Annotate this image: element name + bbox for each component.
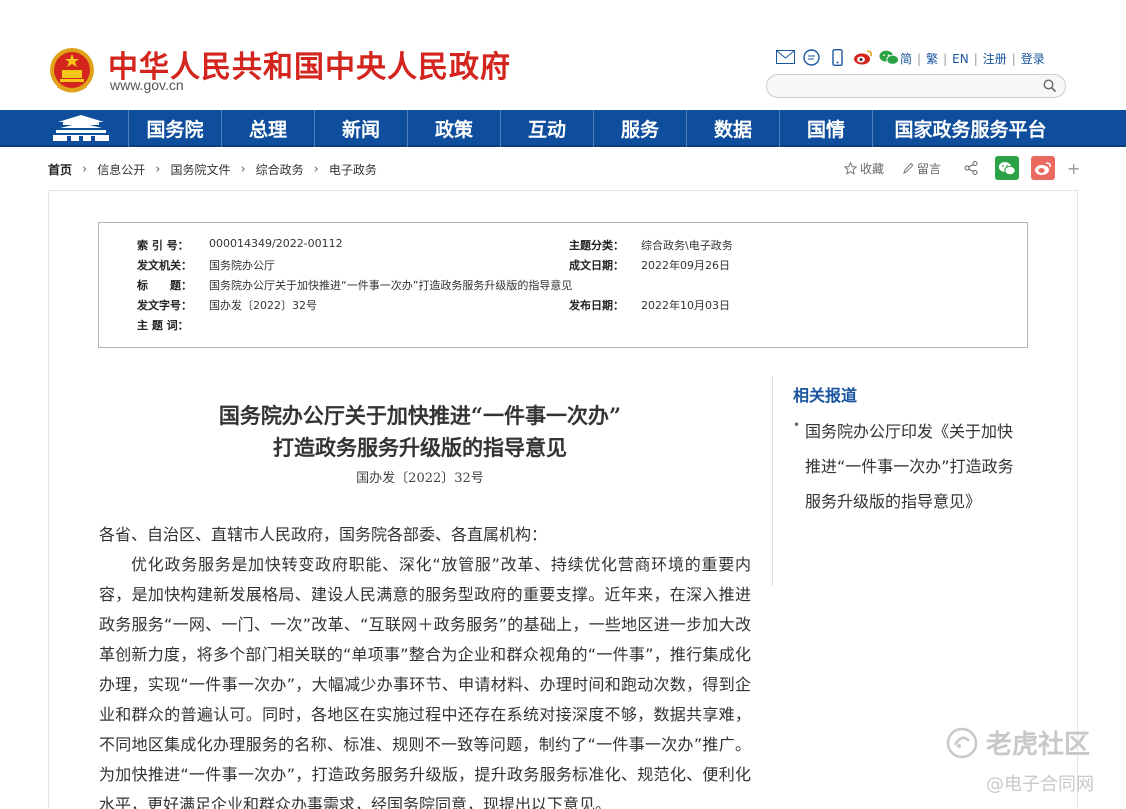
- breadcrumb-home[interactable]: 首页: [48, 161, 72, 178]
- article-title: 国务院办公厅关于加快推进“一件事一次办” 打造政务服务升级版的指导意见: [100, 400, 740, 464]
- doc-title-value: 国务院办公厅关于加快推进“一件事一次办”打造政务服务升级版的指导意见: [209, 279, 573, 292]
- mobile-icon[interactable]: [827, 48, 847, 66]
- top-icon-bar: [775, 48, 899, 66]
- search-input[interactable]: [777, 78, 1037, 94]
- weibo-icon: [1035, 161, 1051, 175]
- share-icon: [964, 161, 978, 175]
- english-link[interactable]: EN: [952, 52, 969, 66]
- nav-item-news[interactable]: 新闻: [314, 110, 407, 147]
- message-icon[interactable]: [801, 48, 821, 66]
- index-value: 000014349/2022-00112: [209, 237, 343, 250]
- language-links: 简 | 繁 | EN | 注册 | 登录: [900, 50, 1045, 67]
- nav-item-premier[interactable]: 总理: [221, 110, 314, 147]
- search-box: [766, 74, 1066, 98]
- breadcrumb-info-disclosure[interactable]: 信息公开: [97, 161, 145, 178]
- nav-item-state-council[interactable]: 国务院: [128, 110, 221, 147]
- share-weibo-button[interactable]: [1031, 156, 1056, 180]
- register-link[interactable]: 注册: [983, 50, 1007, 67]
- weibo-icon[interactable]: [853, 48, 873, 66]
- main-nav: 国务院 总理 新闻 政策 互动 服务 数据 国情 国家政务服务平台: [0, 110, 1126, 147]
- breadcrumb-e-government[interactable]: 电子政务: [329, 161, 377, 178]
- more-share-icon[interactable]: +: [1067, 159, 1080, 178]
- index-label: 索 引 号：: [137, 239, 189, 252]
- doc-number-label: 发文字号：: [137, 299, 192, 312]
- nav-item-policy[interactable]: 政策: [407, 110, 500, 147]
- wechat-icon: [998, 161, 1016, 175]
- favorite-button[interactable]: 收藏: [844, 160, 884, 177]
- watermark-line-2: @电子合同网: [986, 774, 1094, 795]
- share-wechat-button[interactable]: [995, 156, 1020, 180]
- doc-number-value: 国办发〔2022〕32号: [209, 299, 317, 312]
- comment-label: 留言: [917, 161, 942, 176]
- article-title-line-2: 打造政务服务升级版的指导意见: [273, 435, 567, 460]
- tiananmen-icon[interactable]: [50, 113, 112, 144]
- pencil-icon: [903, 162, 914, 174]
- article-actions: 收藏 留言 +: [844, 156, 1080, 180]
- traditional-link[interactable]: 繁: [926, 50, 938, 67]
- document-metadata: 索 引 号： 000014349/2022-00112 主题分类： 综合政务\电子政…: [98, 222, 1028, 348]
- breadcrumb-documents[interactable]: 国务院文件: [170, 161, 230, 178]
- national-emblem-icon[interactable]: [48, 46, 96, 96]
- wechat-icon[interactable]: [879, 48, 899, 66]
- mail-icon[interactable]: [775, 48, 795, 66]
- breadcrumb: 首页 › 信息公开 › 国务院文件 › 综合政务 › 电子政务: [48, 161, 377, 178]
- category-label: 主题分类：: [569, 239, 624, 252]
- related-report-link[interactable]: 国务院办公厅印发《关于加快推进“一件事一次办”打造政务服务升级版的指导意见》: [793, 408, 1023, 519]
- comment-button[interactable]: 留言: [902, 160, 941, 177]
- article-doc-number: 国办发〔2022〕32号: [356, 471, 484, 486]
- chevron-right-icon: ›: [82, 162, 88, 177]
- article-body: 各省、自治区、直辖市人民政府，国务院各部委、各直属机构： 优化政务服务是加快转变…: [99, 520, 751, 809]
- related-reports: 相关报道 国务院办公厅印发《关于加快推进“一件事一次办”打造政务服务升级版的指导…: [772, 376, 1032, 586]
- nav-item-interaction[interactable]: 互动: [500, 110, 593, 147]
- watermark: 老虎社区 @电子合同网: [946, 724, 1094, 795]
- share-button[interactable]: [959, 156, 983, 180]
- article-title-line-1: 国务院办公厅关于加快推进“一件事一次办”: [218, 403, 622, 428]
- nav-items: 国务院 总理 新闻 政策 互动 服务 数据 国情 国家政务服务平台: [128, 110, 1068, 147]
- written-date-value: 2022年09月26日: [641, 259, 730, 272]
- doc-title-label: 标 题：: [137, 279, 192, 292]
- breadcrumb-general-affairs[interactable]: 综合政务: [256, 161, 304, 178]
- watermark-line-1: 老虎社区: [986, 730, 1091, 760]
- simplified-link[interactable]: 简: [900, 50, 912, 67]
- published-date-label: 发布日期：: [569, 299, 624, 312]
- keywords-label: 主 题 词：: [137, 319, 189, 332]
- site-header: 中华人民共和国中央人民政府 www.gov.cn 简 | 繁 | EN | 注册 | 登…: [0, 0, 1126, 110]
- chevron-right-icon: ›: [240, 162, 246, 177]
- issuer-value: 国务院办公厅: [209, 259, 275, 272]
- search-icon[interactable]: [1043, 78, 1057, 97]
- tiger-community-logo-icon: [946, 727, 978, 758]
- nav-item-services[interactable]: 服务: [593, 110, 686, 147]
- star-icon: [844, 161, 857, 175]
- issuer-label: 发文机关：: [137, 259, 192, 272]
- written-date-label: 成文日期：: [569, 259, 624, 272]
- chevron-right-icon: ›: [313, 162, 319, 177]
- nav-item-national-info[interactable]: 国情: [779, 110, 872, 147]
- favorite-label: 收藏: [860, 161, 885, 176]
- related-reports-title: 相关报道: [793, 386, 858, 405]
- nav-item-data[interactable]: 数据: [686, 110, 779, 147]
- login-link[interactable]: 登录: [1021, 50, 1045, 67]
- salutation: 各省、自治区、直辖市人民政府，国务院各部委、各直属机构：: [99, 525, 548, 544]
- nav-item-service-platform[interactable]: 国家政务服务平台: [872, 110, 1068, 147]
- body-paragraph: 优化政务服务是加快转变政府职能、深化“放管服”改革、持续优化营商环境的重要内容，…: [99, 555, 751, 809]
- published-date-value: 2022年10月03日: [641, 299, 730, 312]
- chevron-right-icon: ›: [155, 162, 161, 177]
- category-value: 综合政务\电子政务: [641, 239, 733, 252]
- site-url: www.gov.cn: [110, 77, 184, 93]
